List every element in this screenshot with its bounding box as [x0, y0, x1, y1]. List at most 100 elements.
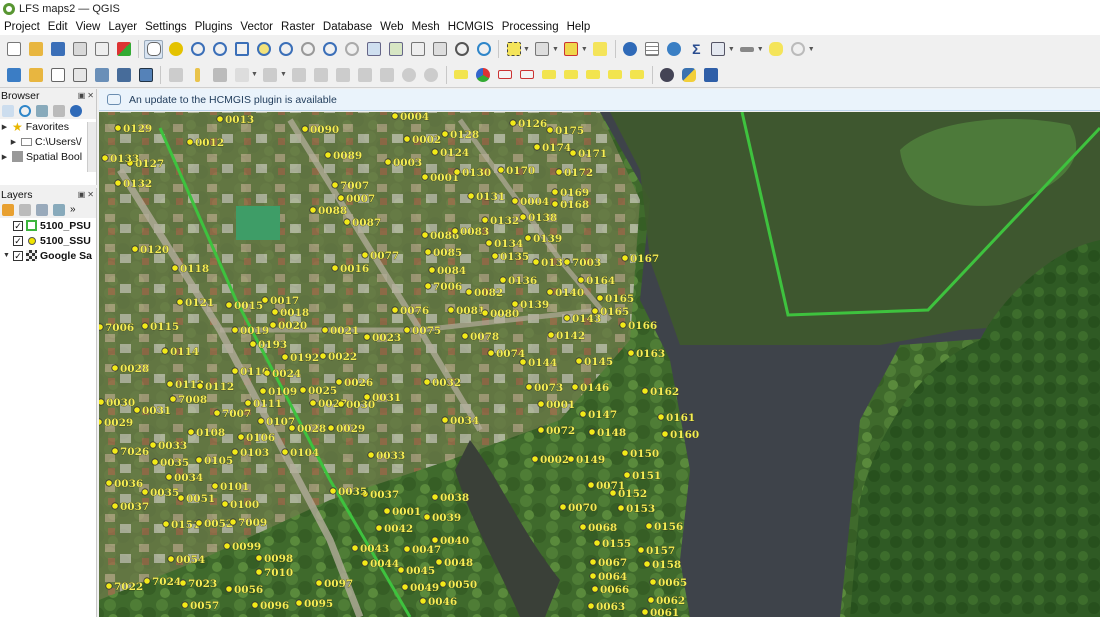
menu-hcmgis[interactable]: HCMGIS — [444, 21, 498, 33]
ssu-point-marker[interactable] — [162, 520, 170, 528]
select-by-value-button[interactable] — [533, 40, 552, 59]
ssu-point-marker[interactable] — [105, 582, 113, 590]
attribute-table-button[interactable] — [643, 40, 662, 59]
ssu-point-marker[interactable] — [367, 451, 375, 459]
ssu-point-marker[interactable] — [453, 168, 461, 176]
expand-arrow-icon[interactable]: ▶ — [0, 153, 9, 161]
ssu-point-marker[interactable] — [249, 340, 257, 348]
layer-item-psu[interactable]: ✓ 5100_PSU — [0, 218, 96, 233]
ssu-point-marker[interactable] — [335, 378, 343, 386]
expand-arrow-icon[interactable]: ▼ — [0, 252, 13, 259]
ssu-point-marker[interactable] — [237, 433, 245, 441]
new-map-view-button[interactable] — [364, 40, 383, 59]
style-manager-button[interactable] — [114, 40, 133, 59]
chevron-down-icon[interactable]: ▼ — [552, 46, 559, 53]
ssu-point-marker[interactable] — [533, 143, 541, 151]
ssu-point-marker[interactable] — [537, 426, 545, 434]
ssu-point-marker[interactable] — [329, 487, 337, 495]
ssu-point-marker[interactable] — [161, 347, 169, 355]
add-selected-layers-icon[interactable] — [2, 104, 14, 117]
ssu-point-marker[interactable] — [181, 601, 189, 609]
ssu-point-marker[interactable] — [657, 413, 665, 421]
ssu-point-marker[interactable] — [431, 536, 439, 544]
ssu-point-marker[interactable] — [596, 294, 604, 302]
open-table-button[interactable] — [709, 40, 728, 59]
menu-view[interactable]: View — [72, 21, 105, 33]
chevron-down-icon[interactable]: ▼ — [581, 46, 588, 53]
ssu-point-marker[interactable] — [299, 386, 307, 394]
change-label-button[interactable] — [628, 65, 647, 84]
ssu-point-marker[interactable] — [171, 264, 179, 272]
ssu-point-marker[interactable] — [577, 276, 585, 284]
measure-button[interactable] — [738, 40, 757, 59]
label-layer-button[interactable] — [452, 65, 471, 84]
add-group-icon[interactable] — [19, 203, 31, 216]
ssu-point-marker[interactable] — [101, 154, 109, 162]
ssu-point-marker[interactable] — [451, 227, 459, 235]
ssu-point-marker[interactable] — [546, 288, 554, 296]
ssu-point-marker[interactable] — [617, 504, 625, 512]
ssu-point-marker[interactable] — [186, 138, 194, 146]
ssu-point-marker[interactable] — [211, 482, 219, 490]
ssu-point-marker[interactable] — [131, 245, 139, 253]
open-project-button[interactable] — [26, 40, 45, 59]
ssu-point-marker[interactable] — [621, 254, 629, 262]
ssu-point-marker[interactable] — [295, 599, 303, 607]
ssu-point-marker[interactable] — [223, 542, 231, 550]
ssu-point-marker[interactable] — [321, 326, 329, 334]
ssu-point-marker[interactable] — [519, 213, 527, 221]
ssu-point-marker[interactable] — [263, 369, 271, 377]
ssu-point-marker[interactable] — [351, 544, 359, 552]
ssu-point-marker[interactable] — [301, 125, 309, 133]
refresh-button[interactable] — [474, 40, 493, 59]
ssu-point-marker[interactable] — [309, 399, 317, 407]
expand-arrow-icon[interactable]: ▶ — [9, 138, 18, 146]
ssu-point-marker[interactable] — [281, 448, 289, 456]
layer-checkbox[interactable]: ✓ — [13, 220, 23, 231]
ssu-point-marker[interactable] — [593, 539, 601, 547]
deselect-button[interactable] — [562, 40, 581, 59]
ssu-point-marker[interactable] — [403, 326, 411, 334]
ssu-point-marker[interactable] — [375, 524, 383, 532]
ssu-point-marker[interactable] — [221, 500, 229, 508]
menu-processing[interactable]: Processing — [498, 21, 563, 33]
ssu-point-marker[interactable] — [288, 424, 296, 432]
ssu-point-marker[interactable] — [588, 428, 596, 436]
ssu-point-marker[interactable] — [575, 357, 583, 365]
ssu-point-marker[interactable] — [229, 518, 237, 526]
browser-scrollbar[interactable] — [87, 122, 96, 172]
show-hide-labels-button[interactable] — [562, 65, 581, 84]
ssu-point-marker[interactable] — [401, 583, 409, 591]
ssu-point-marker[interactable] — [169, 395, 177, 403]
more-tools-icon[interactable]: » — [70, 204, 82, 216]
layer-item-google-satellite[interactable]: ▼ ✓ Google Sa — [0, 248, 96, 263]
zoom-out-button[interactable] — [210, 40, 229, 59]
ssu-point-marker[interactable] — [324, 151, 332, 159]
ssu-point-marker[interactable] — [255, 568, 263, 576]
layer-styling-icon[interactable] — [2, 203, 14, 216]
refresh-icon[interactable] — [19, 104, 31, 117]
delete-selected-button[interactable] — [312, 65, 331, 84]
bookmark-button[interactable] — [408, 40, 427, 59]
ssu-point-marker[interactable] — [524, 234, 532, 242]
chevron-down-icon[interactable]: ▼ — [280, 71, 287, 78]
add-mesh-button[interactable] — [136, 65, 155, 84]
ssu-point-marker[interactable] — [563, 258, 571, 266]
filter-icon[interactable] — [36, 104, 48, 117]
chevron-down-icon[interactable]: ▼ — [251, 71, 258, 78]
zoom-in-button[interactable] — [188, 40, 207, 59]
ssu-point-marker[interactable] — [255, 554, 263, 562]
ssu-point-marker[interactable] — [559, 503, 567, 511]
ssu-point-marker[interactable] — [165, 473, 173, 481]
ssu-point-marker[interactable] — [176, 298, 184, 306]
info-icon[interactable] — [70, 104, 82, 117]
ssu-point-marker[interactable] — [519, 358, 527, 366]
add-vector-button[interactable] — [26, 65, 45, 84]
ssu-point-marker[interactable] — [431, 148, 439, 156]
ssu-point-marker[interactable] — [563, 314, 571, 322]
ssu-point-marker[interactable] — [166, 380, 174, 388]
ssu-point-marker[interactable] — [587, 602, 595, 610]
ssu-point-marker[interactable] — [361, 559, 369, 567]
ssu-point-marker[interactable] — [111, 502, 119, 510]
ssu-point-marker[interactable] — [216, 115, 224, 123]
